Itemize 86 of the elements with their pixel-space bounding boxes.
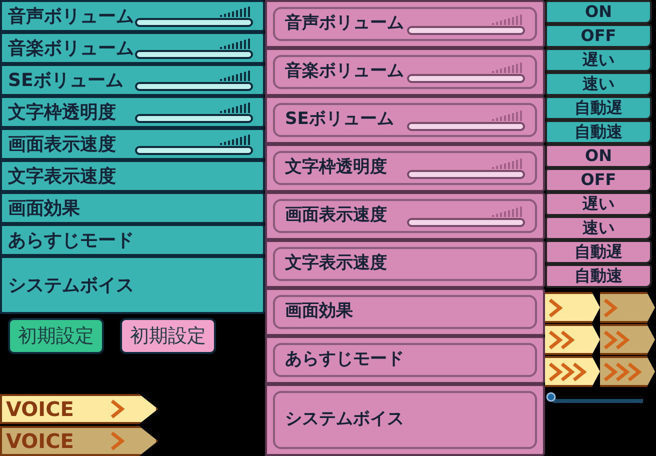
setting-label: あらすじモード — [8, 228, 134, 252]
setting-label: 文字表示速度 — [285, 252, 387, 276]
setting-label: 画面効果 — [285, 300, 353, 324]
setting-row[interactable]: 画面表示速度 — [0, 128, 265, 160]
slider-track[interactable] — [407, 122, 525, 130]
option-button[interactable]: 速い — [545, 72, 652, 96]
volume-bars-icon — [219, 134, 253, 144]
setting-row[interactable]: SEボリューム — [0, 64, 265, 96]
setting-row[interactable]: 文字枠透明度 — [0, 96, 265, 128]
chevrons-icon — [548, 328, 576, 350]
option-button[interactable]: 自動速 — [545, 120, 652, 144]
chevron-icon — [110, 398, 126, 420]
setting-row[interactable]: 文字表示速度 — [0, 160, 265, 192]
setting-row[interactable]: 音声ボリューム — [265, 0, 545, 48]
slider-track[interactable] — [407, 26, 525, 34]
setting-row[interactable]: 画面効果 — [265, 288, 545, 336]
setting-row[interactable]: 画面表示速度 — [265, 192, 545, 240]
volume-bars-icon — [491, 110, 525, 120]
arrow-button[interactable] — [545, 324, 600, 355]
setting-label: 音楽ボリューム — [285, 60, 404, 84]
slider-track[interactable] — [407, 74, 525, 82]
chevrons-icon — [548, 360, 588, 382]
option-button[interactable]: ON — [545, 0, 652, 24]
arrow-button[interactable] — [545, 292, 600, 323]
setting-row[interactable]: SEボリューム — [265, 96, 545, 144]
setting-row[interactable]: あらすじモード — [0, 224, 265, 256]
option-button[interactable]: 自動遅 — [545, 240, 652, 264]
volume-bars-icon — [219, 38, 253, 48]
setting-label: 画面表示速度 — [285, 204, 387, 228]
setting-label: 音声ボリューム — [8, 4, 134, 28]
reset-button[interactable]: 初期設定 — [8, 318, 104, 354]
setting-label: あらすじモード — [285, 348, 404, 372]
arrow-button[interactable] — [600, 324, 655, 355]
chevron-icon — [110, 430, 126, 452]
volume-bars-icon — [219, 70, 253, 80]
setting-label: 文字枠透明度 — [8, 100, 116, 124]
setting-label: 画面効果 — [8, 196, 80, 220]
setting-row[interactable]: 音楽ボリューム — [0, 32, 265, 64]
setting-label: システムボイス — [8, 274, 134, 298]
volume-bars-icon — [491, 14, 525, 24]
voice-tab[interactable]: VOICE — [0, 394, 158, 424]
setting-row[interactable]: システムボイス — [265, 384, 545, 456]
option-button[interactable]: OFF — [545, 24, 652, 48]
slider-track[interactable] — [135, 50, 253, 58]
slider-track[interactable] — [135, 82, 253, 90]
setting-row[interactable]: システムボイス — [0, 256, 265, 314]
setting-row[interactable]: 文字枠透明度 — [265, 144, 545, 192]
chevrons-icon — [603, 360, 643, 382]
chevron-icon — [603, 296, 619, 318]
slider-track[interactable] — [135, 114, 253, 122]
setting-row[interactable]: 文字表示速度 — [265, 240, 545, 288]
voice-tab[interactable]: VOICE — [0, 426, 158, 456]
volume-bars-icon — [219, 6, 253, 16]
option-button[interactable]: 遅い — [545, 192, 652, 216]
slider-track[interactable] — [135, 18, 253, 26]
setting-label: SEボリューム — [285, 108, 394, 132]
volume-bars-icon — [491, 158, 525, 168]
setting-label: SEボリューム — [8, 68, 124, 92]
setting-label: システムボイス — [285, 408, 404, 432]
option-button[interactable]: OFF — [545, 168, 652, 192]
setting-label: 画面表示速度 — [8, 132, 116, 156]
setting-row[interactable]: あらすじモード — [265, 336, 545, 384]
option-button[interactable]: 自動遅 — [545, 96, 652, 120]
option-button[interactable]: 遅い — [545, 48, 652, 72]
option-button[interactable]: 自動速 — [545, 264, 652, 288]
setting-row[interactable]: 画面効果 — [0, 192, 265, 224]
volume-bars-icon — [219, 102, 253, 112]
option-button[interactable]: 速い — [545, 216, 652, 240]
arrow-button[interactable] — [545, 356, 600, 387]
setting-row[interactable]: 音楽ボリューム — [265, 48, 545, 96]
chevrons-icon — [603, 328, 631, 350]
arrow-button[interactable] — [600, 292, 655, 323]
chevron-icon — [548, 296, 564, 318]
setting-label: 文字表示速度 — [8, 164, 116, 188]
arrow-button[interactable] — [600, 356, 655, 387]
volume-bars-icon — [491, 62, 525, 72]
slider-track[interactable] — [407, 170, 525, 178]
setting-row[interactable]: 音声ボリューム — [0, 0, 265, 32]
slider-track[interactable] — [407, 218, 525, 226]
reset-button[interactable]: 初期設定 — [120, 318, 216, 354]
option-button[interactable]: ON — [545, 144, 652, 168]
setting-label: 音楽ボリューム — [8, 36, 134, 60]
volume-bars-icon — [491, 206, 525, 216]
setting-label: 文字枠透明度 — [285, 156, 387, 180]
setting-label: 音声ボリューム — [285, 12, 404, 36]
slider-track[interactable] — [135, 146, 253, 154]
